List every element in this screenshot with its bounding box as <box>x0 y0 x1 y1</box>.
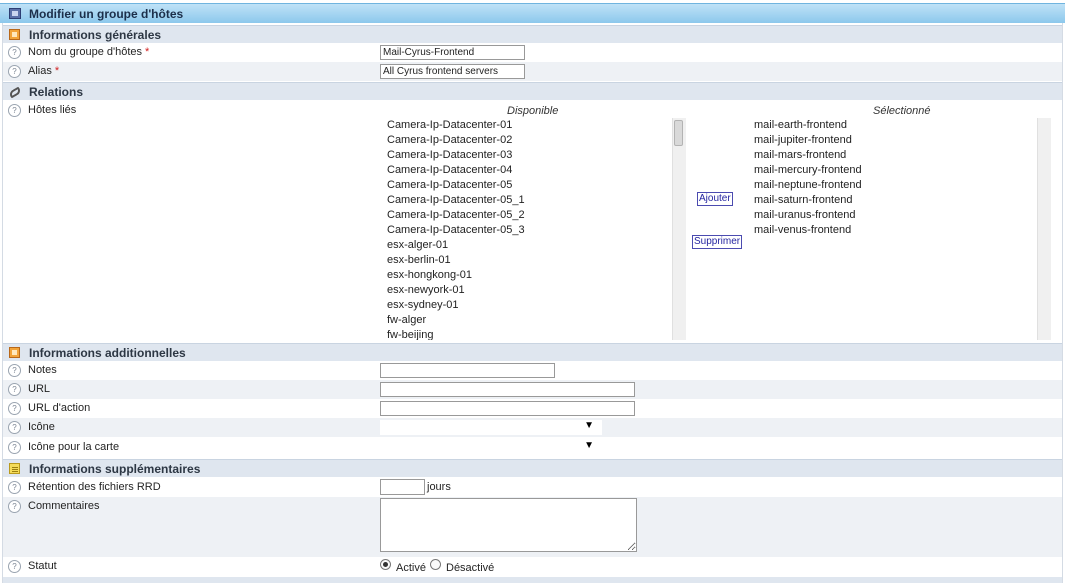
list-item[interactable]: Camera-Ip-Datacenter-05 <box>383 178 673 193</box>
available-hosts-list[interactable]: Camera-Ip-Datacenter-01 Camera-Ip-Datacen… <box>383 118 673 340</box>
row-status: ? Statut <box>3 557 1062 577</box>
book-icon <box>9 29 20 40</box>
page: Modifier un groupe d'hôtes Informations … <box>0 0 1065 583</box>
selected-hosts-list[interactable]: mail-earth-frontend mail-jupiter-frontend… <box>750 118 1038 340</box>
list-item[interactable]: esx-berlin-01 <box>383 253 673 268</box>
list-item[interactable]: esx-hongkong-01 <box>383 268 673 283</box>
required-marker: * <box>54 65 60 77</box>
remove-button[interactable]: Supprimer <box>692 235 743 249</box>
hostgroup-name-label: Nom du groupe d'hôtes <box>28 46 143 58</box>
section-title: Informations supplémentaires <box>29 462 201 476</box>
available-list-scrollbar[interactable] <box>672 118 686 340</box>
list-item[interactable]: mail-earth-frontend <box>750 118 1038 133</box>
map-icon-select[interactable]: ▼ <box>380 440 602 455</box>
list-item[interactable]: mail-uranus-frontend <box>750 208 1038 223</box>
help-icon[interactable]: ? <box>8 441 21 454</box>
comments-textarea[interactable] <box>380 498 637 552</box>
status-active-radio[interactable] <box>380 559 391 570</box>
selected-list-scrollbar[interactable] <box>1037 118 1051 340</box>
action-url-label: URL d'action <box>28 402 91 414</box>
row-alias: ? Alias * <box>3 62 1062 81</box>
help-icon[interactable]: ? <box>8 104 21 117</box>
section-extra-information: Informations supplémentaires <box>3 459 1062 477</box>
list-item[interactable]: mail-mercury-frontend <box>750 163 1038 178</box>
help-icon[interactable]: ? <box>8 46 21 59</box>
linked-hosts-area: ? Hôtes liés Disponible Sélectionné Came… <box>3 100 1062 342</box>
rrd-unit-label: jours <box>427 481 451 493</box>
map-icon-label: Icône pour la carte <box>28 441 120 453</box>
status-active-label: Activé <box>396 562 426 574</box>
help-icon[interactable]: ? <box>8 402 21 415</box>
row-hostgroup-name: ? Nom du groupe d'hôtes * <box>3 43 1062 62</box>
section-relations: Relations <box>3 82 1062 100</box>
help-icon[interactable]: ? <box>8 421 21 434</box>
status-inactive-radio[interactable] <box>430 559 441 570</box>
row-rrd-retention: ? Rétention des fichiers RRD jours <box>3 478 1062 497</box>
field-label: Nom du groupe d'hôtes * <box>28 46 149 58</box>
list-item[interactable]: mail-jupiter-frontend <box>750 133 1038 148</box>
section-title: Informations additionnelles <box>29 346 186 360</box>
available-header: Disponible <box>507 105 559 117</box>
chevron-down-icon[interactable]: ▼ <box>584 440 594 451</box>
help-icon[interactable]: ? <box>8 481 21 494</box>
note-icon <box>9 463 20 474</box>
scrollbar-thumb[interactable] <box>674 120 683 146</box>
action-url-input[interactable] <box>380 401 635 416</box>
page-title: Modifier un groupe d'hôtes <box>29 7 184 21</box>
icon-select[interactable]: ▼ <box>380 420 602 435</box>
list-item[interactable]: Camera-Ip-Datacenter-02 <box>383 133 673 148</box>
help-icon[interactable]: ? <box>8 383 21 396</box>
list-item[interactable]: Camera-Ip-Datacenter-05_3 <box>383 223 673 238</box>
list-item[interactable]: Camera-Ip-Datacenter-03 <box>383 148 673 163</box>
list-item[interactable]: mail-mars-frontend <box>750 148 1038 163</box>
alias-input[interactable] <box>380 64 525 79</box>
status-label: Statut <box>28 560 57 572</box>
hostgroup-name-input[interactable] <box>380 45 525 60</box>
list-item[interactable]: mail-saturn-frontend <box>750 193 1038 208</box>
list-item[interactable]: esx-sydney-01 <box>383 298 673 313</box>
section-general-information: Informations générales <box>3 25 1062 43</box>
comments-label: Commentaires <box>28 500 100 512</box>
rrd-retention-label: Rétention des fichiers RRD <box>28 481 161 493</box>
icon-label: Icône <box>28 421 55 433</box>
field-label: Alias * <box>28 65 59 77</box>
section-title: Relations <box>29 85 84 99</box>
section-title: Informations générales <box>29 28 162 42</box>
chevron-down-icon[interactable]: ▼ <box>584 420 594 431</box>
list-item[interactable]: esx-newyork-01 <box>383 283 673 298</box>
notes-input[interactable] <box>380 363 555 378</box>
alias-label: Alias <box>28 65 52 77</box>
list-item[interactable]: Camera-Ip-Datacenter-04 <box>383 163 673 178</box>
hostgroup-icon <box>9 8 21 19</box>
selected-header: Sélectionné <box>873 105 931 117</box>
book-icon <box>9 347 20 358</box>
url-label: URL <box>28 383 51 395</box>
list-item[interactable]: fw-alger <box>383 313 673 328</box>
form-footer <box>3 577 1062 583</box>
list-item[interactable]: Camera-Ip-Datacenter-05_2 <box>383 208 673 223</box>
list-item[interactable]: mail-venus-frontend <box>750 223 1038 238</box>
help-icon[interactable]: ? <box>8 500 21 513</box>
help-icon[interactable]: ? <box>8 560 21 573</box>
url-input[interactable] <box>380 382 635 397</box>
page-header: Modifier un groupe d'hôtes <box>0 3 1065 23</box>
list-item[interactable]: Camera-Ip-Datacenter-05_1 <box>383 193 673 208</box>
help-icon[interactable]: ? <box>8 65 21 78</box>
link-icon <box>8 86 22 99</box>
list-item[interactable]: fw-beijing <box>383 328 673 340</box>
notes-label: Notes <box>28 364 57 376</box>
list-item[interactable]: mail-neptune-frontend <box>750 178 1038 193</box>
section-additional-information: Informations additionnelles <box>3 343 1062 361</box>
status-inactive-label: Désactivé <box>446 562 495 574</box>
help-icon[interactable]: ? <box>8 364 21 377</box>
add-button[interactable]: Ajouter <box>697 192 733 206</box>
rrd-retention-input[interactable] <box>380 479 425 495</box>
linked-hosts-label: Hôtes liés <box>28 104 77 116</box>
list-item[interactable]: Camera-Ip-Datacenter-01 <box>383 118 673 133</box>
list-item[interactable]: esx-alger-01 <box>383 238 673 253</box>
required-marker: * <box>145 46 150 58</box>
